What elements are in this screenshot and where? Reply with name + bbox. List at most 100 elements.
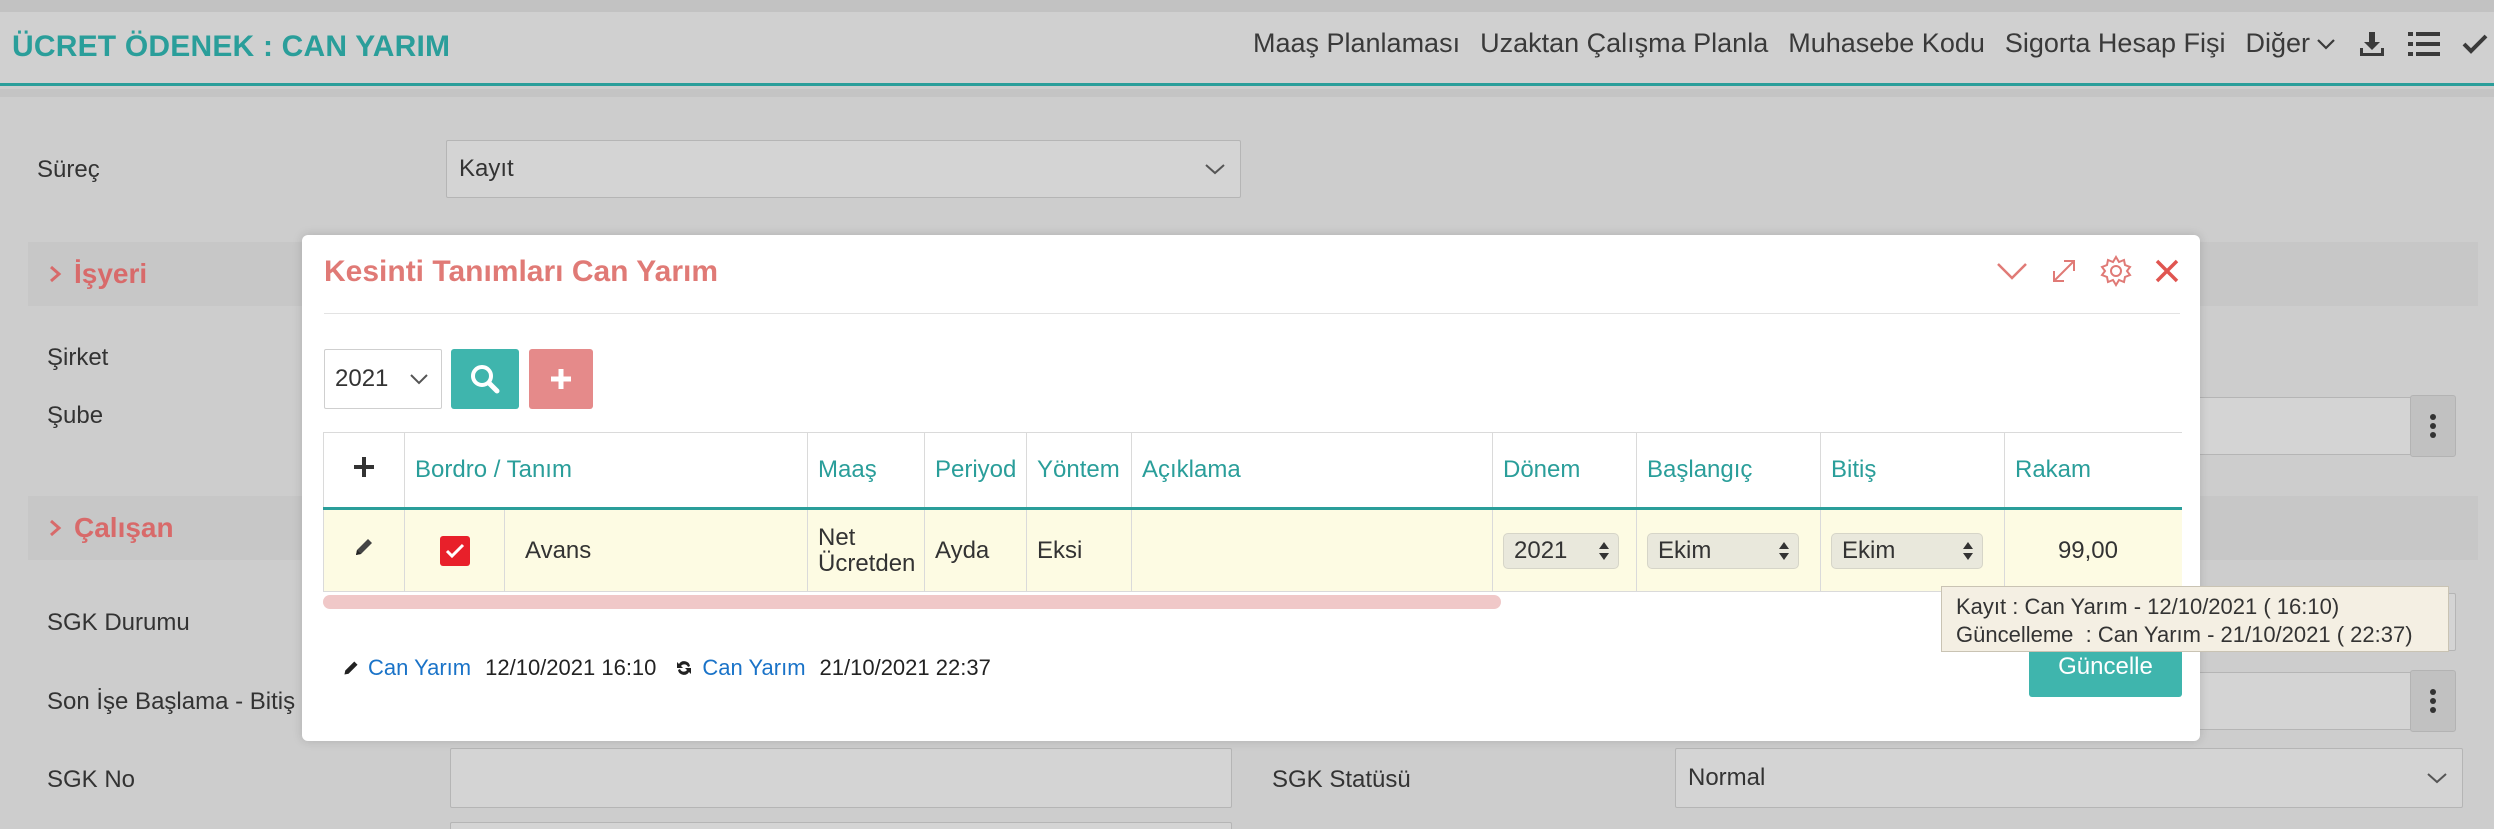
tooltip-line-1: Kayıt : Can Yarım - 12/10/2021 ( 16:10) [1956,594,2340,619]
cell-bitis: Ekim [1820,508,2005,592]
table-header-row: Bordro / Tanım Maaş Periyod Yöntem Açıkl… [323,432,2182,510]
calisan-section-label: Çalışan [74,512,174,543]
check-icon[interactable] [2462,33,2488,55]
sube-field[interactable] [2190,397,2412,455]
list-icon[interactable] [2408,31,2440,57]
close-icon[interactable] [2154,258,2180,284]
more-vertical-icon [2430,689,2436,713]
chevron-right-icon [50,519,62,537]
add-button[interactable] [529,349,593,409]
kesinti-table: Bordro / Tanım Maaş Periyod Yöntem Açıkl… [323,432,2182,597]
created-date: 12/10/2021 16:10 [485,655,657,680]
pencil-icon [356,539,372,555]
col-bordro-tanim[interactable]: Bordro / Tanım [404,432,808,510]
donem-value: 2021 [1514,536,1568,564]
chevron-down-icon [2427,773,2447,784]
collapse-icon[interactable] [1996,261,2028,281]
baslangic-value: Ekim [1658,536,1712,564]
row-checkbox[interactable] [439,535,470,566]
more-vertical-icon [2430,414,2436,438]
modal-actions [1974,255,2180,287]
updown-icon [1779,541,1789,560]
next-input[interactable] [450,822,1232,829]
search-icon [471,365,500,394]
cell-yontem: Eksi [1026,508,1132,592]
modal-divider [324,313,2180,314]
cell-rakam[interactable]: 99,00 [2004,508,2182,592]
son-ise-baslama-label: Son İşe Başlama - Bitiş [47,688,296,715]
chevron-down-icon [2317,38,2335,50]
expand-icon[interactable] [2050,257,2078,285]
pencil-icon [344,661,358,675]
cell-baslangic: Ekim [1636,508,1821,592]
calisan-section-header: Çalışan [48,512,174,544]
col-yontem[interactable]: Yöntem [1026,432,1132,510]
sirket-label: Şirket [47,344,109,371]
cell-donem: 2021 [1492,508,1637,592]
horizontal-scrollbar[interactable] [323,595,1501,609]
nav-sigorta-hesap-fisi[interactable]: Sigorta Hesap Fişi [2005,28,2226,59]
download-icon[interactable] [2358,30,2386,58]
isyeri-section-label: İşyeri [74,258,148,289]
updown-icon [1963,541,1973,560]
baslangic-select[interactable]: Ekim [1647,532,1799,569]
page-title: ÜCRET ÖDENEK : CAN YARIM [12,30,451,63]
top-nav: Maaş Planlaması Uzaktan Çalışma Planla M… [1233,28,2488,59]
surec-label: Süreç [37,156,100,183]
chevron-right-icon [50,265,62,283]
isyeri-section-header: İşyeri [48,258,147,290]
sgk-no-input[interactable] [450,748,1232,808]
created-user-link[interactable]: Can Yarım [368,655,471,681]
nav-maas-planlamasi[interactable]: Maaş Planlaması [1253,28,1460,59]
col-periyod[interactable]: Periyod [924,432,1027,510]
cell-maas: Net Ücretden [807,508,925,592]
table-row: Avans Net Ücretden Ayda Eksi 2021 Ekim E… [323,508,2182,592]
audit-info: Can Yarım 12/10/2021 16:10 Can Yarım 21/… [342,655,1009,681]
nav-more-dropdown[interactable]: Diğer [2245,28,2336,59]
search-button[interactable] [451,349,519,409]
audit-tooltip: Kayıt : Can Yarım - 12/10/2021 ( 16:10) G… [1941,586,2449,652]
col-maas[interactable]: Maaş [807,432,925,510]
surec-select[interactable]: Kayıt [446,140,1241,198]
top-strip [0,0,2494,12]
nav-muhasebe-kodu[interactable]: Muhasebe Kodu [1788,28,1985,59]
col-baslangic[interactable]: Başlangıç [1636,432,1821,510]
modal-title: Kesinti Tanımları Can Yarım [324,255,719,288]
son-ise-options-button[interactable] [2410,670,2456,732]
nav-uzaktan-calisma[interactable]: Uzaktan Çalışma Planla [1480,28,1768,59]
cell-periyod: Ayda [924,508,1027,592]
surec-value: Kayıt [459,155,514,182]
bitis-select[interactable]: Ekim [1831,532,1983,569]
top-bar: ÜCRET ÖDENEK : CAN YARIM Maaş Planlaması… [0,0,2494,86]
col-donem[interactable]: Dönem [1492,432,1637,510]
row-checkbox-cell [404,508,505,592]
cell-maas-line1: Net [818,523,856,551]
year-value: 2021 [335,365,389,392]
chevron-down-icon [410,374,428,385]
add-row-header[interactable] [323,432,405,510]
sube-options-button[interactable] [2410,395,2456,457]
son-ise-bitis-field[interactable] [2190,672,2412,730]
donem-select[interactable]: 2021 [1503,532,1619,569]
cell-maas-line2: Ücretden [818,549,916,577]
gear-icon[interactable] [2100,255,2132,287]
updated-date: 21/10/2021 22:37 [819,655,991,680]
col-bitis[interactable]: Bitiş [1820,432,2005,510]
updown-icon [1599,541,1609,560]
col-rakam[interactable]: Rakam [2004,432,2182,510]
edit-row-button[interactable] [323,508,405,592]
cell-aciklama[interactable] [1131,508,1493,592]
col-aciklama[interactable]: Açıklama [1131,432,1493,510]
year-select[interactable]: 2021 [324,349,442,409]
sgk-statusu-label: SGK Statüsü [1272,766,1411,793]
chevron-down-icon [1205,164,1225,175]
refresh-icon [677,661,692,675]
nav-more-label: Diğer [2245,28,2310,58]
sgk-statusu-select[interactable]: Normal [1675,748,2463,808]
cell-tanim: Avans [504,508,808,592]
sgk-statusu-value: Normal [1688,764,1766,791]
updated-user-link[interactable]: Can Yarım [702,655,805,681]
bitis-value: Ekim [1842,536,1896,564]
sgk-durumu-label: SGK Durumu [47,609,190,636]
kesinti-modal: Kesinti Tanımları Can Yarım 2021 Bordro … [302,235,2200,741]
